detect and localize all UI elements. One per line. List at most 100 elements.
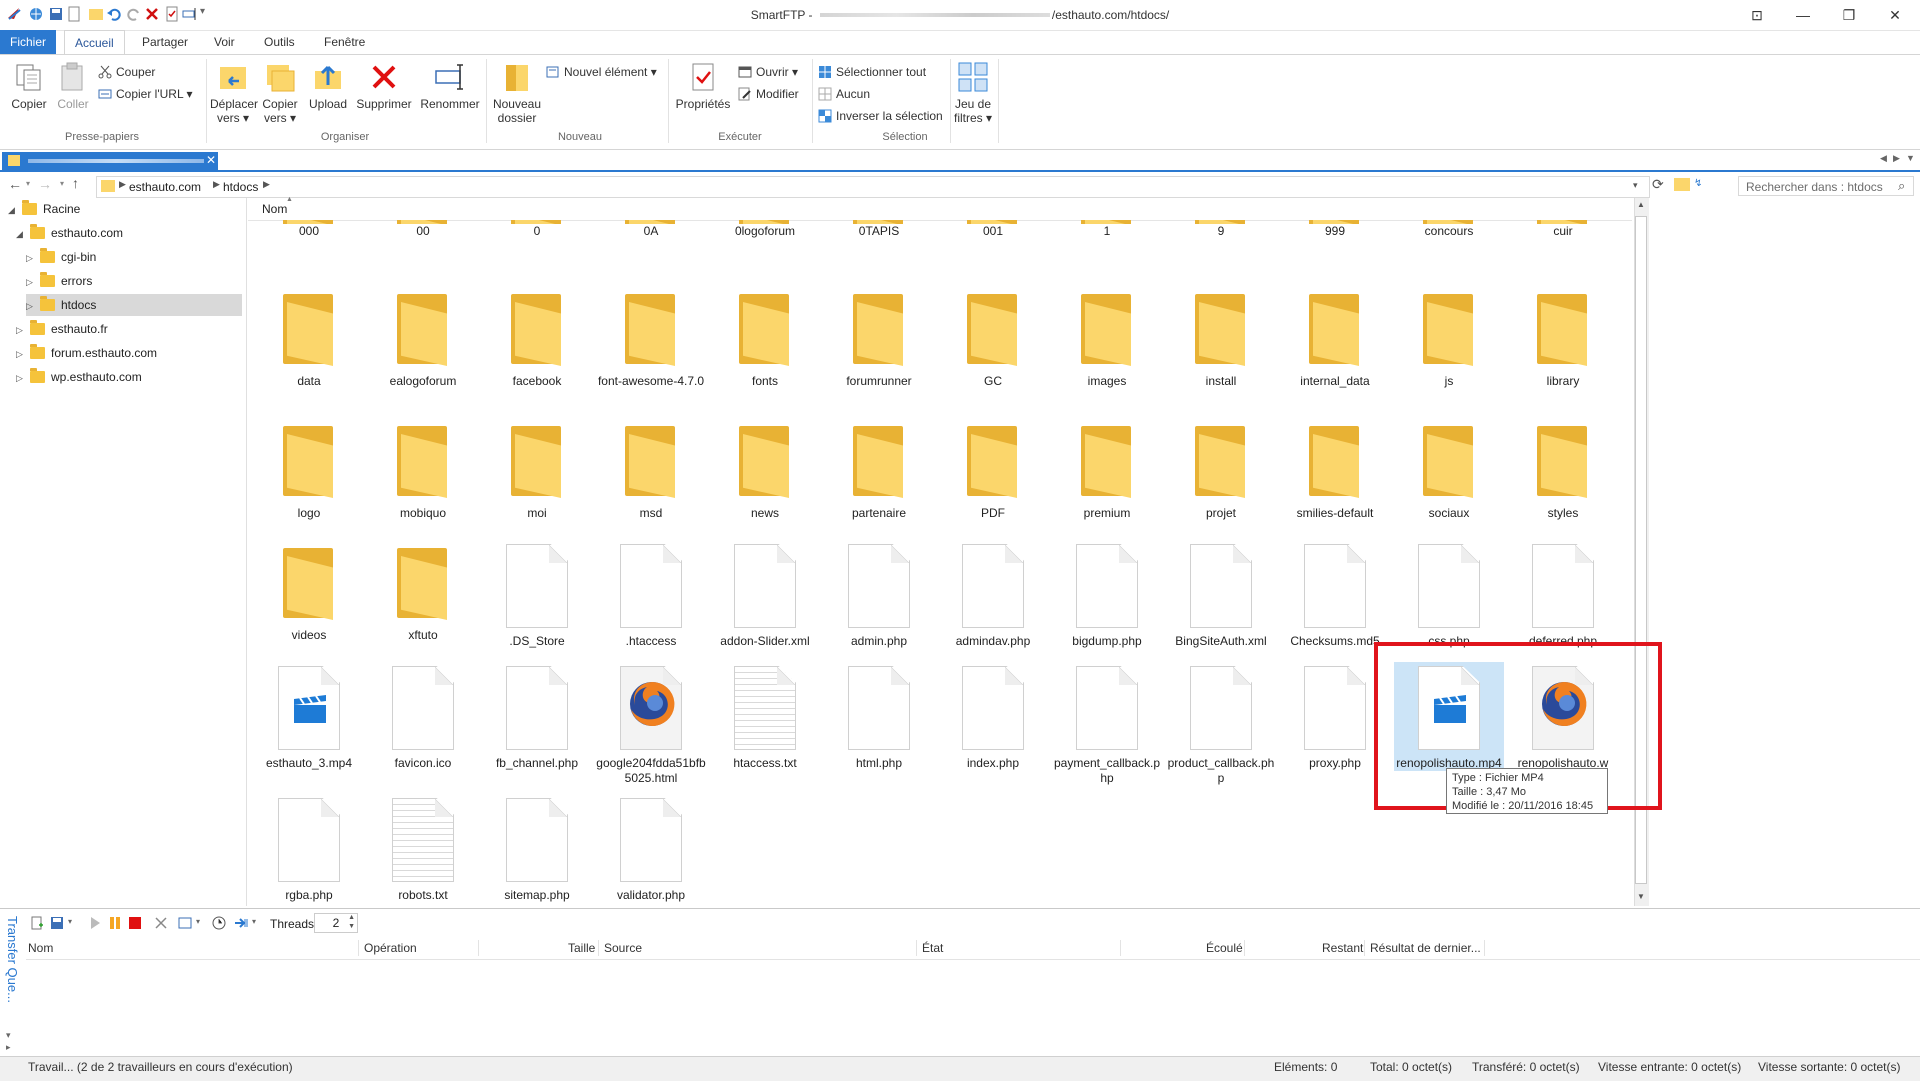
new-folder-button[interactable]: Nouveau dossier <box>490 61 544 125</box>
file-item[interactable]: favicon.ico <box>368 662 478 771</box>
column-etat[interactable]: État <box>922 937 943 959</box>
search-icon[interactable]: ⌕ <box>1898 178 1905 194</box>
minimize-button[interactable]: — <box>1780 0 1826 30</box>
file-item[interactable]: html.php <box>824 662 934 771</box>
file-item[interactable]: index.php <box>938 662 1048 771</box>
file-item[interactable]: htaccess.txt <box>710 662 820 771</box>
file-item[interactable]: install <box>1166 286 1276 389</box>
tree-item-errors[interactable]: ▷ errors <box>26 270 238 292</box>
file-item[interactable]: fonts <box>710 286 820 389</box>
copy-button[interactable]: Copier <box>8 61 50 111</box>
column-nom[interactable]: Nom <box>262 202 287 216</box>
history-dropdown-icon[interactable]: ▾ <box>26 179 30 188</box>
file-item[interactable]: 0logoforum <box>710 220 820 239</box>
file-item[interactable]: product_callback.php <box>1166 662 1276 786</box>
transfer-queue-tab[interactable]: Transfer Que... <box>4 916 20 1026</box>
collapse-icon[interactable]: ◢ <box>16 223 30 245</box>
file-item[interactable]: msd <box>596 418 706 521</box>
stepper-arrows-icon[interactable]: ▲ ▼ <box>348 913 355 931</box>
breadcrumb-esthauto[interactable]: esthauto.com <box>129 180 201 194</box>
address-field[interactable]: ▶ esthauto.com ▶ htdocs ▶ ▾ <box>96 176 1650 198</box>
scroll-up-icon[interactable]: ▲ <box>1637 200 1645 209</box>
file-item[interactable]: payment_callback.php <box>1052 662 1162 786</box>
file-item[interactable]: 1 <box>1052 220 1162 239</box>
file-item[interactable]: mobiquo <box>368 418 478 521</box>
pin-icon[interactable]: ▾ <box>6 1030 11 1041</box>
properties-button[interactable]: Propriétés <box>672 61 734 111</box>
upload-button[interactable]: Upload <box>306 61 350 111</box>
stop-icon[interactable] <box>128 916 142 930</box>
rename-button[interactable]: Renommer <box>418 61 482 111</box>
delete-button[interactable]: Supprimer <box>352 61 416 111</box>
cut-button[interactable]: Couper <box>98 63 155 81</box>
file-item[interactable]: internal_data <box>1280 286 1390 389</box>
tree-item-htdocs[interactable]: ▷ htdocs <box>26 294 242 316</box>
file-item[interactable]: rgba.php <box>254 794 364 903</box>
file-item[interactable]: data <box>254 286 364 389</box>
tree-item-cgi-bin[interactable]: ▷ cgi-bin <box>26 246 238 268</box>
open-button[interactable]: Ouvrir ▾ <box>738 63 798 81</box>
forward-arrow-icon[interactable]: → <box>38 176 52 192</box>
move-to-button[interactable]: Déplacer vers ▾ <box>210 61 258 125</box>
document-tab[interactable]: ✕ <box>2 152 218 170</box>
breadcrumb-htdocs[interactable]: htdocs <box>223 180 258 194</box>
file-item[interactable]: smilies-default <box>1280 418 1390 521</box>
speed-icon[interactable] <box>234 916 248 930</box>
panel-arrow-icon[interactable]: ▸ <box>6 1042 11 1053</box>
file-item[interactable]: cuir <box>1508 220 1618 239</box>
file-item[interactable]: news <box>710 418 820 521</box>
collapse-icon[interactable]: ◢ <box>8 199 22 221</box>
paste-button[interactable]: Coller <box>52 61 94 111</box>
file-item[interactable]: deferred.php <box>1508 540 1618 649</box>
column-taille[interactable]: Taille <box>568 937 595 959</box>
file-item[interactable]: admin.php <box>824 540 934 649</box>
column-nom[interactable]: Nom <box>28 937 53 959</box>
column-source[interactable]: Source <box>604 937 642 959</box>
tree-item-esthauto-com[interactable]: ◢ esthauto.com <box>16 222 238 244</box>
file-item[interactable]: bigdump.php <box>1052 540 1162 649</box>
file-item[interactable]: PDF <box>938 418 1048 521</box>
file-item[interactable]: facebook <box>482 286 592 389</box>
column-resultat[interactable]: Résultat de dernier... <box>1370 937 1481 959</box>
file-item[interactable]: sociaux <box>1394 418 1504 521</box>
tab-fichier[interactable]: Fichier <box>0 30 56 54</box>
tree-item-esthauto-fr[interactable]: ▷ esthauto.fr <box>16 318 238 340</box>
file-item[interactable]: logo <box>254 418 364 521</box>
binary-mode-icon[interactable]: ↯ <box>1694 178 1702 189</box>
select-all-button[interactable]: Sélectionner tout <box>818 63 926 81</box>
tab-outils[interactable]: Outils <box>254 30 305 54</box>
file-item[interactable]: 0TAPIS <box>824 220 934 239</box>
expand-icon[interactable]: ▷ <box>26 271 40 293</box>
scheduler-icon[interactable] <box>212 916 226 930</box>
threads-stepper[interactable]: 2 ▲ ▼ <box>314 913 358 933</box>
save-queue-icon[interactable] <box>50 916 64 930</box>
file-item[interactable]: moi <box>482 418 592 521</box>
view-folder-icon[interactable] <box>1674 178 1690 191</box>
file-item[interactable]: robots.txt <box>368 794 478 903</box>
file-item[interactable]: 00 <box>368 220 478 239</box>
scroll-down-icon[interactable]: ▼ <box>1637 892 1645 901</box>
file-item[interactable]: .DS_Store <box>482 540 592 649</box>
file-item[interactable]: validator.php <box>596 794 706 903</box>
file-item[interactable]: 999 <box>1280 220 1390 239</box>
tab-scroll-left-icon[interactable]: ◀ <box>1880 153 1887 164</box>
pause-icon[interactable] <box>108 916 122 930</box>
address-dropdown-icon[interactable]: ▾ <box>1633 180 1638 191</box>
recent-dropdown-icon[interactable]: ▾ <box>60 179 64 188</box>
column-restant[interactable]: Restant <box>1322 937 1363 959</box>
ribbon-toggle-button[interactable]: ⊡ <box>1734 0 1780 30</box>
column-operation[interactable]: Opération <box>364 937 417 959</box>
expand-icon[interactable]: ▷ <box>16 319 30 341</box>
file-item[interactable]: 000 <box>254 220 364 239</box>
file-item[interactable]: .htaccess <box>596 540 706 649</box>
file-item[interactable]: forumrunner <box>824 286 934 389</box>
tree-item-forum[interactable]: ▷ forum.esthauto.com <box>16 342 238 364</box>
file-item[interactable]: concours <box>1394 220 1504 239</box>
tree-item-racine[interactable]: ◢ Racine <box>8 198 238 220</box>
expand-icon[interactable]: ▷ <box>16 343 30 365</box>
file-item[interactable]: 0A <box>596 220 706 239</box>
file-item[interactable]: addon-Slider.xml <box>710 540 820 649</box>
select-none-button[interactable]: Aucun <box>818 85 870 103</box>
expand-icon[interactable]: ▷ <box>26 247 40 269</box>
play-icon[interactable] <box>88 916 102 930</box>
